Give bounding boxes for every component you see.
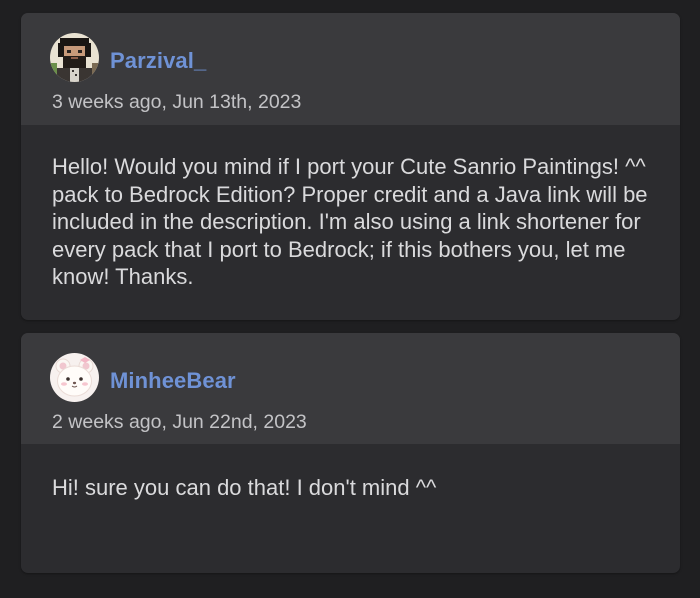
cute-bear-avatar-icon[interactable] <box>50 353 99 402</box>
comment-timestamp: 2 weeks ago, Jun 22nd, 2023 <box>52 411 307 433</box>
comment-text: Hi! sure you can do that! I don't mind ^… <box>52 475 437 500</box>
comment-card: MinheeBear 2 weeks ago, Jun 22nd, 2023 H… <box>21 333 680 573</box>
comment-header: Parzival_ 3 weeks ago, Jun 13th, 2023 <box>21 13 680 125</box>
username-link[interactable]: Parzival_ <box>110 48 206 74</box>
comment-text: Hello! Would you mind if I port your Cut… <box>52 154 648 289</box>
comment-header: MinheeBear 2 weeks ago, Jun 22nd, 2023 <box>21 333 680 444</box>
comments-page: Parzival_ 3 weeks ago, Jun 13th, 2023 He… <box>0 0 700 598</box>
comment-timestamp: 3 weeks ago, Jun 13th, 2023 <box>52 91 302 113</box>
username-link[interactable]: MinheeBear <box>110 368 236 394</box>
pixel-bearded-man-avatar-icon[interactable] <box>50 33 99 82</box>
comment-card: Parzival_ 3 weeks ago, Jun 13th, 2023 He… <box>21 13 680 320</box>
